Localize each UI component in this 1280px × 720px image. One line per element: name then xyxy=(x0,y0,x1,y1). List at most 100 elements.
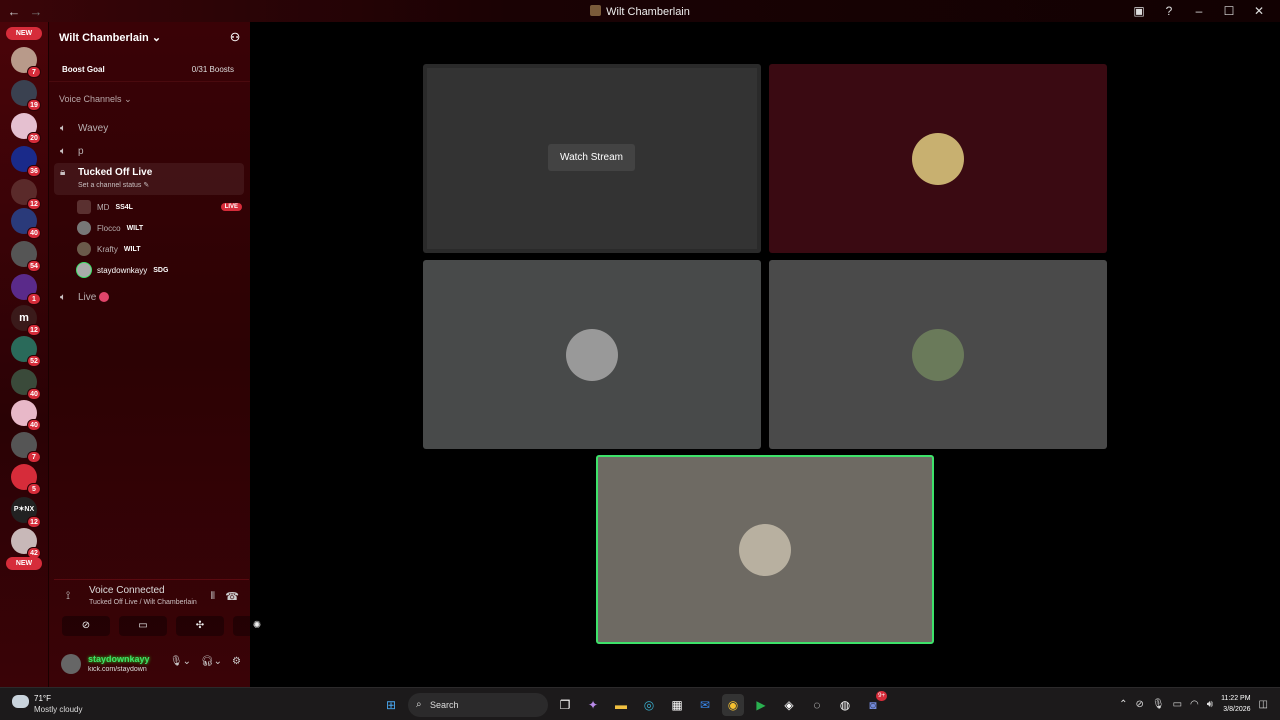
wifi-icon[interactable]: ◠ xyxy=(1190,699,1199,710)
server-icon xyxy=(590,5,602,16)
stream-tile[interactable]: Watch Stream xyxy=(423,64,761,253)
search-icon: ⌕ xyxy=(416,699,422,710)
channel-status[interactable]: Set a channel status ✎ xyxy=(78,181,152,189)
boost-goal[interactable]: Boost Goal 0/31 Boosts xyxy=(49,58,250,82)
channel-live[interactable]: 🔈︎ Live xyxy=(54,287,244,307)
server-icon[interactable]: 20 xyxy=(11,113,41,144)
server-icon[interactable]: m 12 xyxy=(11,305,41,336)
category-voice-channels[interactable]: Voice Channels ⌄ xyxy=(49,82,250,105)
server-icon[interactable]: 42 xyxy=(11,528,41,559)
participant-tile-speaking[interactable] xyxy=(596,455,934,644)
server-icon[interactable]: 1 xyxy=(11,274,41,305)
taskbar: 71°F Mostly cloudy ⊞ ⌕ Search ❐ ✦ ▬ ◎ ▦ ✉… xyxy=(0,687,1280,720)
avatar xyxy=(912,328,964,381)
connection-icon: ⟟ xyxy=(66,590,71,602)
speaker-icon: 🔈︎ xyxy=(60,122,66,134)
server-icon[interactable]: 54 xyxy=(11,241,41,272)
windows-start-icon[interactable]: ⊞ xyxy=(380,694,402,716)
inbox-icon[interactable]: ▣ xyxy=(1124,3,1154,19)
server-icon[interactable]: P✶NX 12 xyxy=(11,497,41,528)
task-view-icon[interactable]: ❐ xyxy=(554,694,576,716)
avatar xyxy=(912,132,964,185)
avatar xyxy=(566,328,618,381)
live-dot-icon xyxy=(99,292,110,302)
window-title: Wilt Chamberlain xyxy=(0,5,1280,18)
channel-wavey[interactable]: 🔈︎ Wavey xyxy=(54,118,244,138)
notifications-icon[interactable]: ◫ xyxy=(1259,699,1268,710)
chevron-down-icon: ⌄ xyxy=(124,94,132,104)
edge-icon[interactable]: ◎ xyxy=(638,694,660,716)
discord-icon[interactable]: ◙ 9+ xyxy=(862,691,887,716)
server-icon[interactable]: 5 xyxy=(11,464,41,495)
close-icon[interactable]: ✕ xyxy=(1244,3,1274,19)
channel-tucked-off-live[interactable]: 🔒︎ Tucked Off Live Set a channel status … xyxy=(54,163,244,195)
obs-icon[interactable]: ◍ xyxy=(834,694,856,716)
gear-icon[interactable]: ⚙ xyxy=(232,656,241,667)
server-icon[interactable]: 52 xyxy=(11,336,41,367)
app-icon[interactable]: ◌ xyxy=(806,694,828,716)
server-icon[interactable]: 7 xyxy=(11,432,41,463)
live-badge: LIVE xyxy=(220,203,242,211)
watch-stream-button[interactable]: Watch Stream xyxy=(548,144,635,171)
disconnect-icon[interactable]: ☎ xyxy=(225,590,239,603)
clock[interactable]: 11:22 PM 3/8/2026 xyxy=(1221,693,1250,715)
speaker-icon: 🔈︎ xyxy=(60,291,66,303)
server-header[interactable]: Wilt Chamberlain ⌄ ⚇ xyxy=(49,22,250,52)
avatar xyxy=(77,200,91,214)
server-icon[interactable]: 40 xyxy=(11,208,41,239)
kick-icon[interactable]: ▶ xyxy=(750,694,772,716)
display-icon[interactable]: ▭ xyxy=(1173,699,1182,710)
voice-user[interactable]: staydownkayy SDG xyxy=(77,261,242,279)
mail-icon[interactable]: ✉ xyxy=(694,694,716,716)
activities-button[interactable]: ✣ xyxy=(176,616,224,636)
chevron-down-icon: ⌄ xyxy=(151,31,162,44)
camera-off-button[interactable]: ⊘ xyxy=(62,616,110,636)
server-icon[interactable]: 40 xyxy=(11,400,41,431)
voice-user[interactable]: Flocco WILT xyxy=(77,219,242,237)
server-icon[interactable]: 12 xyxy=(11,179,41,210)
steam-icon[interactable]: ◈ xyxy=(778,694,800,716)
lock-icon: 🔒︎ xyxy=(60,167,66,178)
avatar xyxy=(77,242,91,256)
search-box[interactable]: ⌕ Search xyxy=(408,693,548,717)
minimize-icon[interactable]: – xyxy=(1184,3,1214,19)
headphones-icon[interactable]: 🎧︎⌄ xyxy=(201,656,222,667)
server-list: NEW 7 19 20 36 12 40 54 1 m 12 52 40 40 7… xyxy=(0,22,48,687)
microphone-icon[interactable]: 🎙︎ xyxy=(1152,699,1165,710)
avatar xyxy=(739,523,791,576)
new-badge: NEW xyxy=(6,27,42,40)
participant-tile[interactable] xyxy=(769,260,1107,449)
volume-icon[interactable]: 🔊︎ xyxy=(1207,699,1213,710)
maximize-icon[interactable]: ☐ xyxy=(1214,3,1244,19)
user-panel: staydownkayy kick.com/staydown 🎙︎⌄ 🎧︎⌄ ⚙ xyxy=(54,648,249,682)
server-icon[interactable]: 40 xyxy=(11,369,41,400)
screen-share-button[interactable]: ▭ xyxy=(119,616,167,636)
network-off-icon[interactable]: ⊘ xyxy=(1136,699,1144,710)
voice-user[interactable]: Krafty WILT xyxy=(77,240,242,258)
server-icon[interactable]: 7 xyxy=(11,47,41,78)
channel-p[interactable]: 🔈︎ p xyxy=(54,141,244,161)
copilot-icon[interactable]: ✦ xyxy=(582,694,604,716)
microphone-icon[interactable]: 🎙︎⌄ xyxy=(170,656,191,667)
file-explorer-icon[interactable]: ▬ xyxy=(610,694,632,716)
cloud-icon xyxy=(12,695,29,708)
voice-panel: ⟟ Voice Connected Tucked Off Live / Wilt… xyxy=(54,579,281,639)
channel-sidebar: Wilt Chamberlain ⌄ ⚇ Boost Goal 0/31 Boo… xyxy=(48,22,281,687)
participant-tile[interactable] xyxy=(769,64,1107,253)
help-icon[interactable]: ? xyxy=(1154,3,1184,19)
chevron-up-icon[interactable]: ⌃ xyxy=(1119,699,1127,710)
new-badge: NEW xyxy=(6,557,42,570)
voice-user[interactable]: MD SS4L LIVE xyxy=(77,198,242,216)
store-icon[interactable]: ▦ xyxy=(666,694,688,716)
avatar[interactable] xyxy=(61,654,81,674)
chrome-icon[interactable]: ◉ xyxy=(722,694,744,716)
server-icon[interactable]: 36 xyxy=(11,146,41,177)
add-member-icon[interactable]: ⚇ xyxy=(230,31,240,44)
avatar xyxy=(77,221,91,235)
speaker-icon: 🔈︎ xyxy=(60,145,66,157)
soundboard-button[interactable]: ✺ xyxy=(233,616,281,636)
participant-tile[interactable] xyxy=(423,260,761,449)
soundwave-icon[interactable]: ⦀ xyxy=(211,591,215,602)
title-bar: ← → Wilt Chamberlain ▣ ? – ☐ ✕ xyxy=(0,0,1280,22)
server-icon[interactable]: 19 xyxy=(11,80,41,111)
